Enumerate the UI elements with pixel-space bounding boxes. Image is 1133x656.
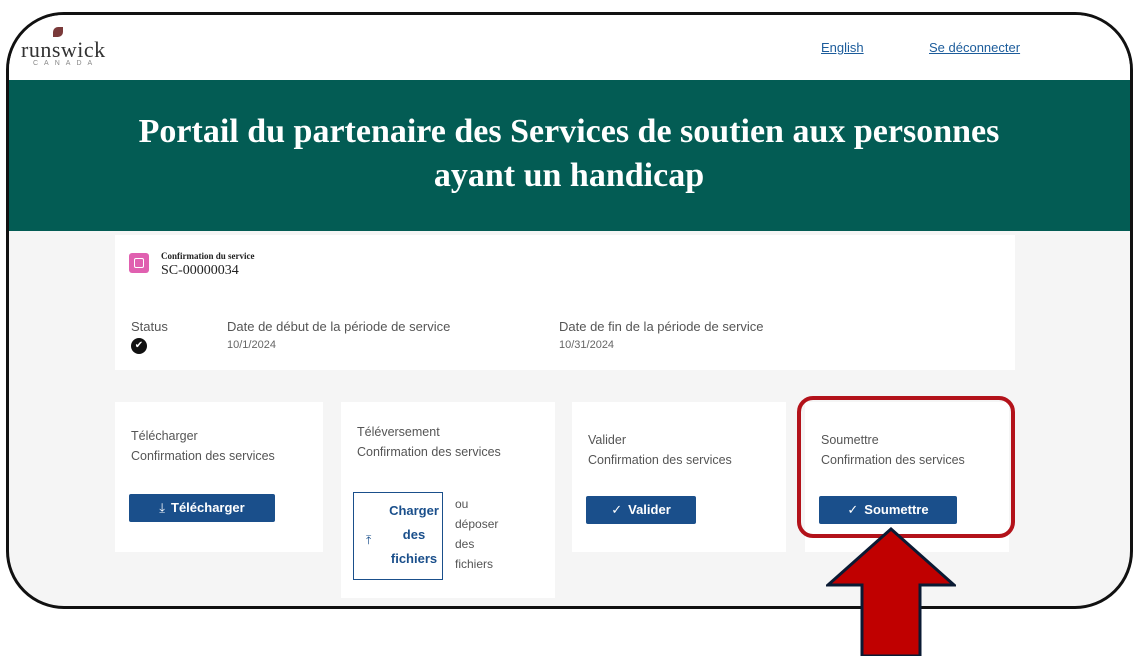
logo-leaf-icon xyxy=(53,27,63,37)
download-button-label: Télécharger xyxy=(171,500,245,515)
upload-button-label: Charger des fichiers xyxy=(389,503,439,566)
download-subtitle: Confirmation des services xyxy=(131,449,275,463)
upload-files-button[interactable]: ⤒ Charger des fichiers xyxy=(353,492,443,580)
validate-card: Valider Confirmation des services ✓ Valid… xyxy=(572,402,786,552)
validate-title: Valider xyxy=(588,433,626,447)
download-card: Télécharger Confirmation des services ⤓ T… xyxy=(115,402,323,552)
upload-card: Téléversement Confirmation des services … xyxy=(341,402,555,598)
end-date-label: Date de fin de la période de service xyxy=(559,319,764,334)
service-record-icon xyxy=(129,253,149,273)
start-date-label: Date de début de la période de service xyxy=(227,319,451,334)
language-link[interactable]: English xyxy=(821,40,864,55)
validate-button-label: Valider xyxy=(628,502,671,517)
drop-files-text: ou déposer des fichiers xyxy=(455,497,499,571)
logo-subtitle: CANADA xyxy=(33,60,99,67)
submit-highlight-box xyxy=(797,396,1015,538)
service-number: SC-00000034 xyxy=(161,263,239,278)
arrow-shape xyxy=(826,527,956,656)
download-icon: ⤓ xyxy=(159,500,166,515)
check-icon: ✓ xyxy=(611,502,623,517)
validate-subtitle: Confirmation des services xyxy=(588,453,732,467)
download-button[interactable]: ⤓ Télécharger xyxy=(129,494,275,522)
end-date-value: 10/31/2024 xyxy=(559,339,615,351)
hero-banner: Portail du partenaire des Services de so… xyxy=(9,80,1130,231)
pointer-arrow xyxy=(826,527,956,656)
upload-subtitle: Confirmation des services xyxy=(357,445,501,459)
download-title: Télécharger xyxy=(131,429,198,443)
validate-button[interactable]: ✓ Valider xyxy=(586,496,696,524)
start-date-value: 10/1/2024 xyxy=(227,339,276,351)
page-title: Portail du partenaire des Services de so… xyxy=(138,113,1000,194)
logout-link[interactable]: Se déconnecter xyxy=(929,40,1020,55)
service-info-card: Confirmation du service SC-00000034 Stat… xyxy=(115,235,1015,370)
status-check-icon: ✔ xyxy=(131,338,147,354)
top-bar: runswick CANADA English Se déconnecter xyxy=(9,15,1130,80)
status-label: Status xyxy=(131,319,168,334)
upload-title: Téléversement xyxy=(357,425,440,439)
upload-icon: ⤒ xyxy=(366,533,372,547)
service-type-label: Confirmation du service xyxy=(161,251,255,261)
